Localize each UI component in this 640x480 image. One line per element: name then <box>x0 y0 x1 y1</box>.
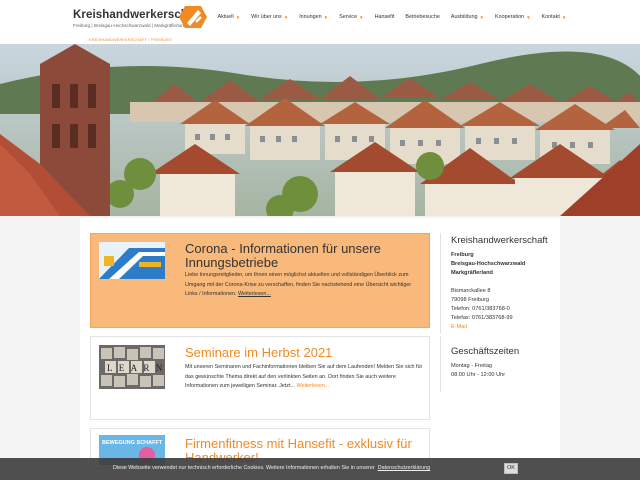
post-thumbnail[interactable] <box>99 242 165 279</box>
nav-item-kontakt[interactable]: Kontakt ▼ <box>536 14 572 20</box>
post-thumbnail[interactable]: LEARN <box>99 345 165 389</box>
hero-image <box>0 44 640 216</box>
chevron-down-icon: ▼ <box>526 14 531 20</box>
chevron-down-icon: ▼ <box>235 14 241 20</box>
fax-number: Telefax: 0761/383768-99 <box>451 315 513 321</box>
hours-widget: Geschäftszeiten Montag - Freitag 08:00 U… <box>440 336 558 392</box>
chevron-down-icon: ▼ <box>561 14 567 20</box>
post-excerpt: Liebe Innungsmitglieder, um Ihnen einen … <box>185 272 412 298</box>
address-city: 79098 Freiburg <box>451 297 489 303</box>
hours-days: Montag - Freitag <box>451 363 493 369</box>
nav-item-betriebesuche[interactable]: Betriebesuche <box>400 14 445 20</box>
org-line: Markgräflerland <box>451 270 493 276</box>
nav-item-kooperation[interactable]: Kooperation ▼ <box>490 14 537 20</box>
cookie-text: Diese Webseite verwendet nur technisch e… <box>113 465 431 471</box>
post-title[interactable]: Corona - Informationen für unsere Innung… <box>185 242 425 270</box>
email-link[interactable]: E-Mail <box>451 323 558 332</box>
org-line: Breisgau-Hochschwarzwald <box>451 261 526 267</box>
main-navigation: Aktuell ▼ Wir über uns ▼ Innungen ▼ Service… <box>212 14 572 20</box>
nav-item-aktuell[interactable]: Aktuell ▼ <box>212 14 246 20</box>
thumb-letters: LEARN <box>107 363 165 373</box>
chevron-down-icon: ▼ <box>283 14 289 20</box>
post-corona: Corona - Informationen für unsere Innung… <box>90 233 430 328</box>
phone-number[interactable]: Telefon: 0761/383768-0 <box>451 305 558 314</box>
chevron-down-icon: ▼ <box>479 14 484 20</box>
chevron-down-icon: ▼ <box>323 14 329 20</box>
nav-item-ausbildung[interactable]: Ausbildung ▼ <box>445 14 489 20</box>
cookie-ok-button[interactable]: OK <box>504 463 518 474</box>
nav-item-service[interactable]: Service ▼ <box>334 14 369 20</box>
org-line: Freiburg <box>451 252 474 258</box>
nav-item-wir-ueber-uns[interactable]: Wir über uns ▼ <box>246 14 294 20</box>
hero-cityscape-illustration <box>0 44 640 216</box>
hours-title: Geschäftszeiten <box>451 346 520 357</box>
thumb-text: BEWEGUNG SCHAFFT <box>102 440 163 446</box>
address-street: Bismarckallee 8 <box>451 288 491 294</box>
contact-widget: Kreishandwerkerschaft Freiburg Breisgau-… <box>440 233 558 334</box>
post-excerpt: Mit unseren Seminaren und Fachinformatio… <box>185 364 423 390</box>
nav-item-innungen[interactable]: Innungen ▼ <box>294 14 334 20</box>
post-title[interactable]: Seminare im Herbst 2021 <box>185 346 425 360</box>
chevron-down-icon: ▼ <box>359 14 364 20</box>
nav-item-hansefit[interactable]: Hansefit <box>369 14 400 20</box>
breadcrumb[interactable]: KREISHANDWERKERSCHAFT / FREIBURG <box>89 38 172 42</box>
read-more-link[interactable]: Weiterlesen... <box>238 291 271 297</box>
post-seminare: LEARN Seminare im Herbst 2021 Mit unsere… <box>90 336 430 420</box>
hours-time: 08:00 Uhr - 12:00 Uhr <box>451 372 506 378</box>
contact-title: Kreishandwerkerschaft <box>451 235 548 246</box>
read-more-link[interactable]: Weiterlesen... <box>296 383 329 389</box>
cookie-banner: Diese Webseite verwendet nur technisch e… <box>0 458 640 480</box>
logo-mark-icon[interactable] <box>178 2 208 32</box>
privacy-policy-link[interactable]: Datenschutzerklärung <box>378 465 430 471</box>
